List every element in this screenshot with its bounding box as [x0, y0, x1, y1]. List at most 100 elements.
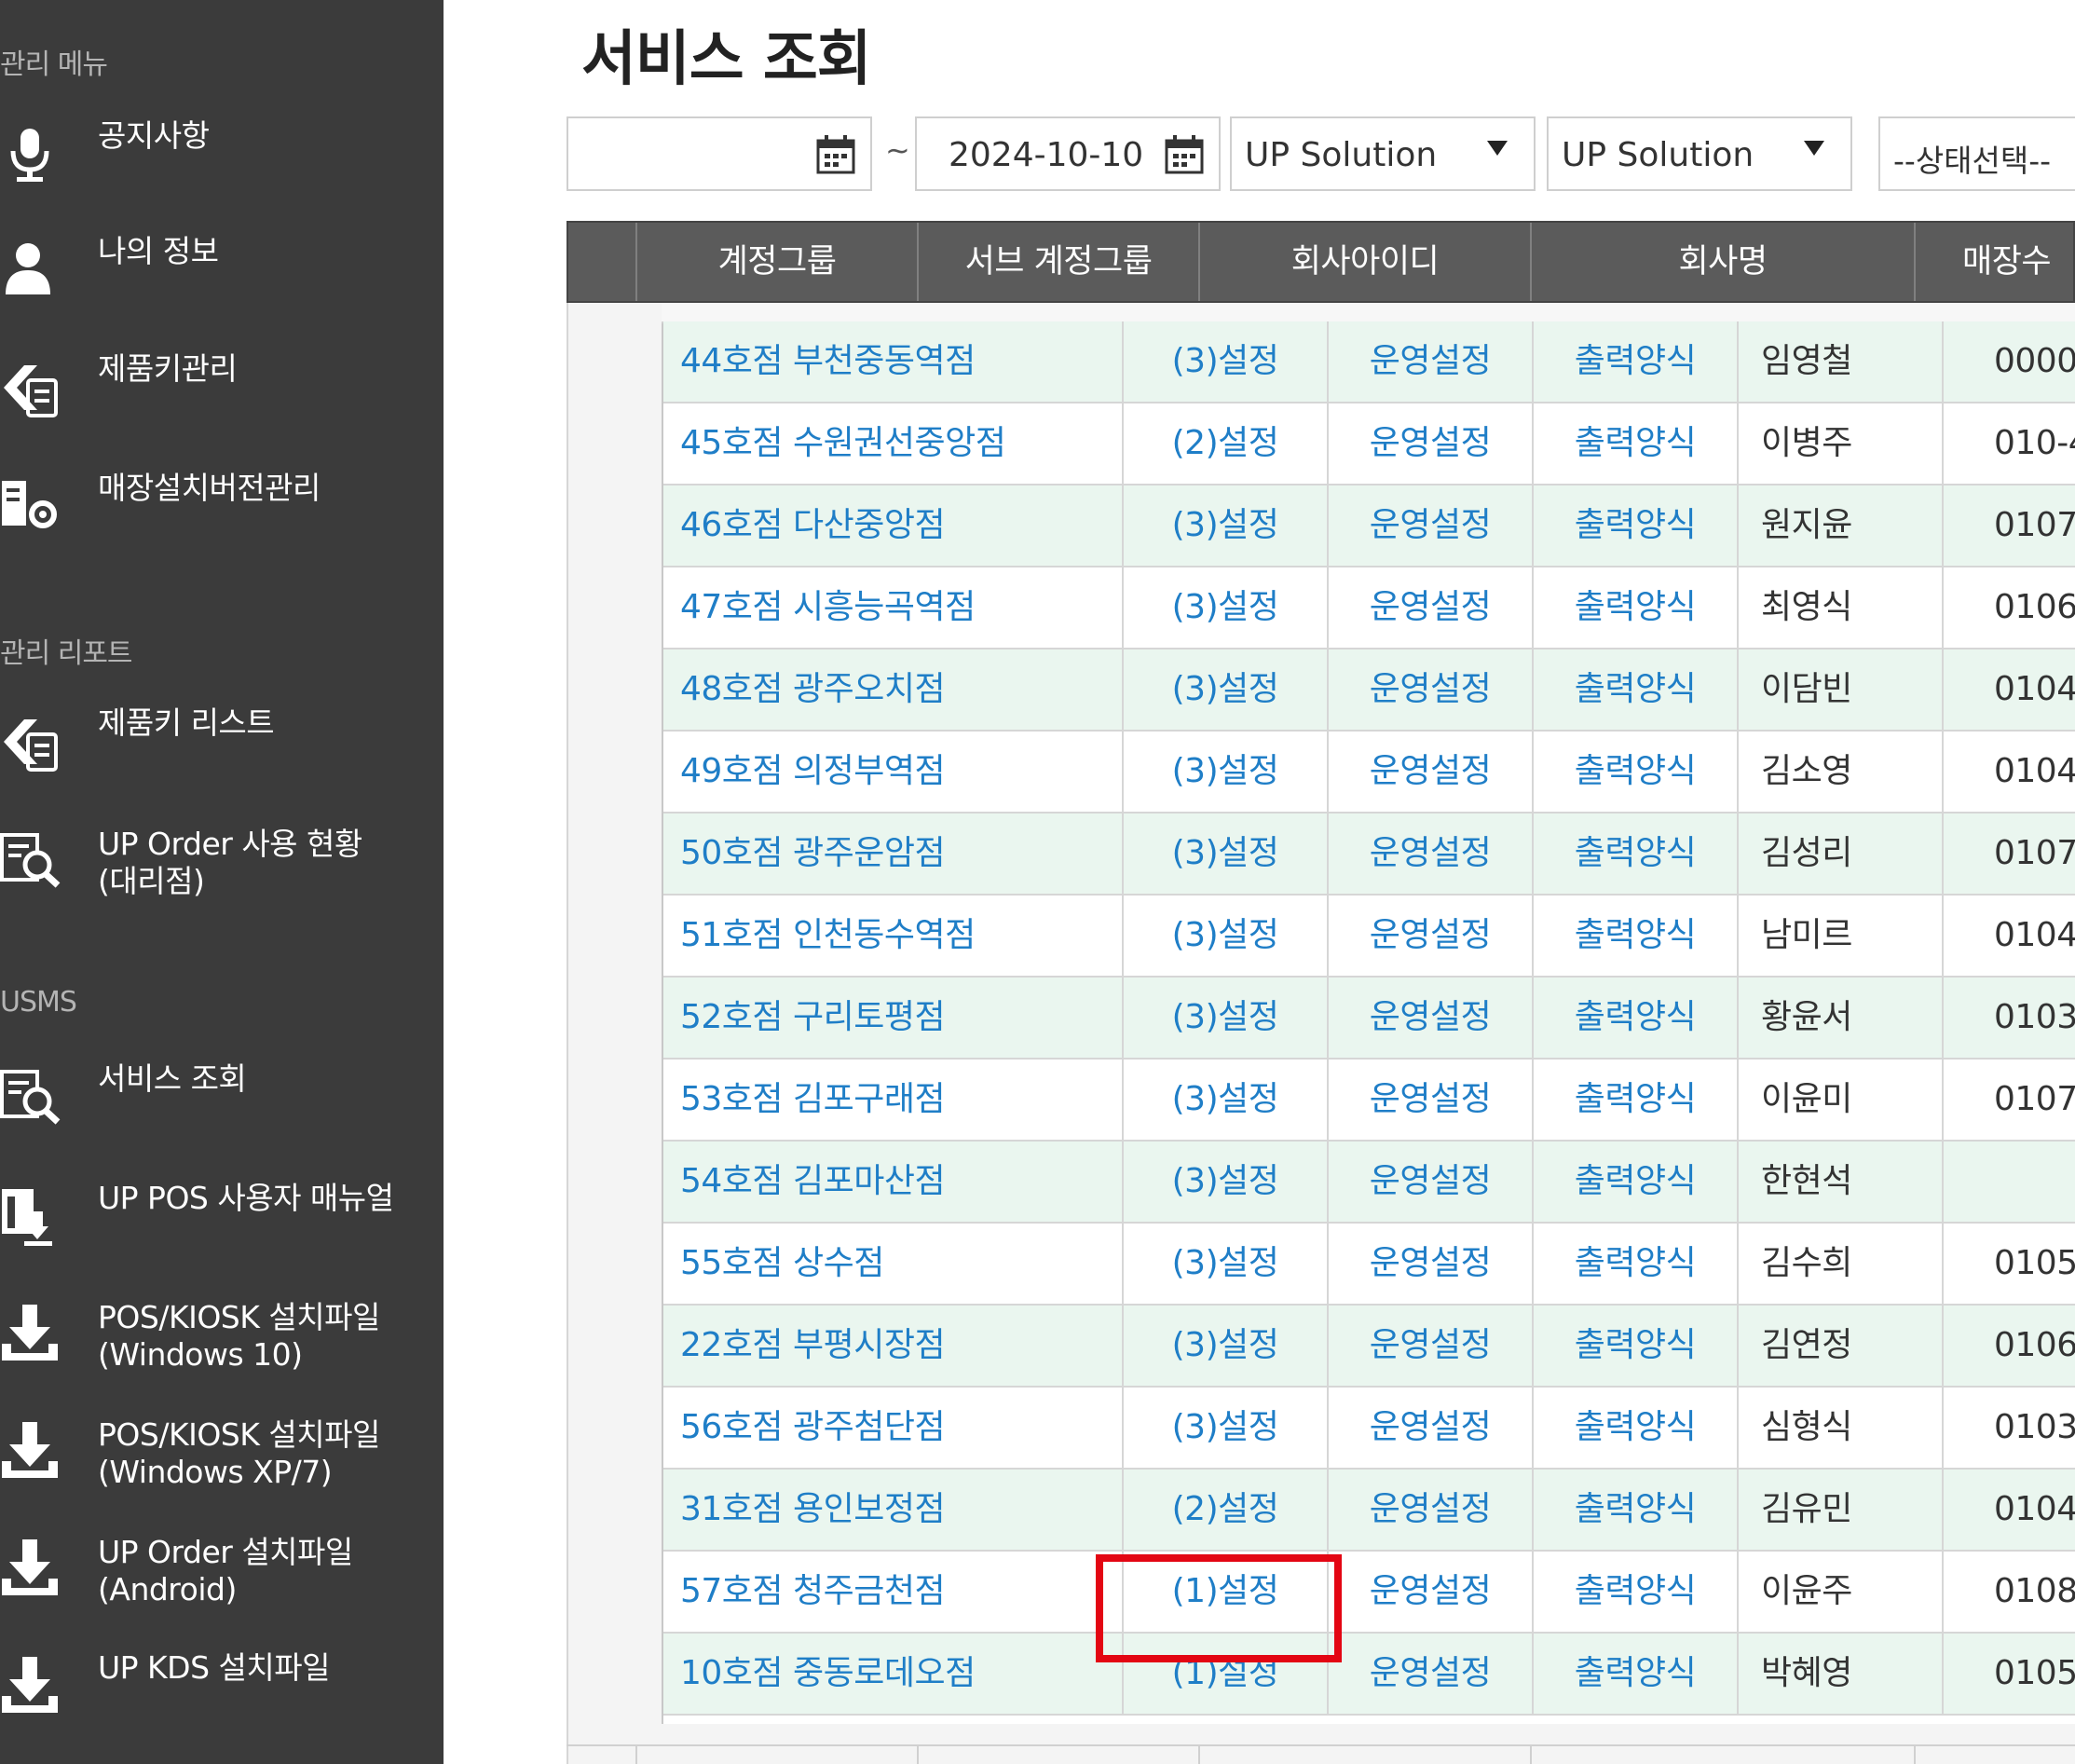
store-name-link[interactable]: 46호점 다산중앙점 — [663, 485, 1122, 566]
setting-link[interactable]: (1)설정 — [1122, 1634, 1327, 1714]
operation-setting-link[interactable]: 운영설정 — [1327, 403, 1532, 484]
operation-setting-link[interactable]: 운영설정 — [1327, 1224, 1532, 1304]
sidebar-item-notice[interactable]: 공지사항 — [0, 112, 444, 205]
table-row: 45호점 수원권선중앙점(2)설정운영설정출력양식이병주010-45 — [663, 403, 2075, 485]
sub-group-select[interactable]: UP Solution — [1547, 116, 1852, 191]
setting-link[interactable]: (3)설정 — [1122, 1142, 1327, 1222]
setting-link[interactable]: (3)설정 — [1122, 567, 1327, 648]
setting-link[interactable]: (1)설정 — [1122, 1552, 1327, 1632]
setting-link[interactable]: (3)설정 — [1122, 1306, 1327, 1386]
calendar-icon[interactable] — [814, 133, 857, 176]
store-name-link[interactable]: 57호점 청주금천점 — [663, 1552, 1122, 1632]
store-name-link[interactable]: 49호점 의정부역점 — [663, 732, 1122, 812]
operation-setting-link[interactable]: 운영설정 — [1327, 1634, 1532, 1714]
operation-setting-link[interactable]: 운영설정 — [1327, 814, 1532, 894]
setting-link[interactable]: (2)설정 — [1122, 1470, 1327, 1550]
subtable-top-strip — [662, 303, 2075, 323]
calendar-icon[interactable] — [1163, 133, 1206, 176]
operation-setting-link[interactable]: 운영설정 — [1327, 1142, 1532, 1222]
store-name-link[interactable]: 51호점 인천동수역점 — [663, 896, 1122, 976]
operation-setting-link[interactable]: 운영설정 — [1327, 732, 1532, 812]
print-format-link[interactable]: 출력양식 — [1532, 1306, 1737, 1386]
setting-link[interactable]: (3)설정 — [1122, 1388, 1327, 1468]
setting-link[interactable]: (2)설정 — [1122, 403, 1327, 484]
setting-link[interactable]: (3)설정 — [1122, 978, 1327, 1058]
sidebar-item-product-key-list[interactable]: 제품키 리스트 — [0, 701, 444, 794]
store-name-link[interactable]: 54호점 김포마산점 — [663, 1142, 1122, 1222]
operation-setting-link[interactable]: 운영설정 — [1327, 978, 1532, 1058]
store-name-link[interactable]: 31호점 용인보정점 — [663, 1470, 1122, 1550]
group-select[interactable]: UP Solution — [1230, 116, 1536, 191]
dropdown-arrow-icon — [1804, 141, 1824, 156]
column-header-account-group[interactable]: 계정그룹 — [635, 223, 917, 301]
print-format-link[interactable]: 출력양식 — [1532, 567, 1737, 648]
sidebar-item-up-order-usage[interactable]: UP Order 사용 현황 (대리점) — [0, 820, 444, 913]
operation-setting-link[interactable]: 운영설정 — [1327, 1552, 1532, 1632]
download-icon — [0, 1536, 65, 1601]
sidebar-item-up-kds[interactable]: UP KDS 설치파일 — [0, 1646, 444, 1739]
setting-link[interactable]: (3)설정 — [1122, 321, 1327, 402]
operation-setting-link[interactable]: 운영설정 — [1327, 1060, 1532, 1140]
print-format-link[interactable]: 출력양식 — [1532, 1552, 1737, 1632]
store-name-link[interactable]: 47호점 시흥능곡역점 — [663, 567, 1122, 648]
sidebar-item-pos-kiosk-win10[interactable]: POS/KIOSK 설치파일 (Windows 10) — [0, 1293, 444, 1387]
print-format-link[interactable]: 출력양식 — [1532, 1634, 1737, 1714]
date-from-input[interactable] — [567, 116, 872, 191]
operation-setting-link[interactable]: 운영설정 — [1327, 1470, 1532, 1550]
column-header-company-name[interactable]: 회사명 — [1530, 223, 1914, 301]
print-format-link[interactable]: 출력양식 — [1532, 650, 1737, 730]
setting-link[interactable]: (3)설정 — [1122, 732, 1327, 812]
sidebar-item-up-order-android[interactable]: UP Order 설치파일 (Android) — [0, 1528, 444, 1621]
phone-number: 01042 — [1942, 1470, 2075, 1550]
sidebar-item-product-key[interactable]: 제품키관리 — [0, 347, 444, 440]
store-name-link[interactable]: 22호점 부평시장점 — [663, 1306, 1122, 1386]
column-header-store-count[interactable]: 매장수 — [1914, 223, 2075, 301]
operation-setting-link[interactable]: 운영설정 — [1327, 485, 1532, 566]
print-format-link[interactable]: 출력양식 — [1532, 732, 1737, 812]
sidebar-item-my-info[interactable]: 나의 정보 — [0, 229, 444, 322]
operation-setting-link[interactable]: 운영설정 — [1327, 650, 1532, 730]
store-name-link[interactable]: 50호점 광주운암점 — [663, 814, 1122, 894]
sidebar-item-label: UP KDS 설치파일 — [98, 1649, 330, 1686]
store-name-link[interactable]: 48호점 광주오치점 — [663, 650, 1122, 730]
column-header-company-id[interactable]: 회사아이디 — [1198, 223, 1530, 301]
print-format-link[interactable]: 출력양식 — [1532, 1470, 1737, 1550]
store-name-link[interactable]: 45호점 수원권선중앙점 — [663, 403, 1122, 484]
sidebar-item-pos-kiosk-winxp[interactable]: POS/KIOSK 설치파일 (Windows XP/7) — [0, 1411, 444, 1504]
sidebar-item-label: 매장설치버전관리 — [98, 470, 321, 506]
print-format-link[interactable]: 출력양식 — [1532, 978, 1737, 1058]
sidebar-item-install-version[interactable]: 매장설치버전관리 — [0, 464, 444, 557]
setting-link[interactable]: (3)설정 — [1122, 814, 1327, 894]
print-format-link[interactable]: 출력양식 — [1532, 485, 1737, 566]
print-format-link[interactable]: 출력양식 — [1532, 1060, 1737, 1140]
operation-setting-link[interactable]: 운영설정 — [1327, 1388, 1532, 1468]
operation-setting-link[interactable]: 운영설정 — [1327, 321, 1532, 402]
operation-setting-link[interactable]: 운영설정 — [1327, 1306, 1532, 1386]
store-name-link[interactable]: 44호점 부천중동역점 — [663, 321, 1122, 402]
date-to-input[interactable]: 2024-10-10 — [915, 116, 1221, 191]
sidebar-item-service-search[interactable]: 서비스 조회 — [0, 1057, 444, 1150]
print-format-link[interactable]: 출력양식 — [1532, 1388, 1737, 1468]
print-format-link[interactable]: 출력양식 — [1532, 403, 1737, 484]
column-header-sub-account-group[interactable]: 서브 계정그룹 — [917, 223, 1198, 301]
print-format-link[interactable]: 출력양식 — [1532, 814, 1737, 894]
store-name-link[interactable]: 56호점 광주첨단점 — [663, 1388, 1122, 1468]
status-select[interactable]: --상태선택-- — [1878, 116, 2075, 191]
store-name-link[interactable]: 55호점 상수점 — [663, 1224, 1122, 1304]
print-format-link[interactable]: 출력양식 — [1532, 896, 1737, 976]
setting-link[interactable]: (3)설정 — [1122, 650, 1327, 730]
operation-setting-link[interactable]: 운영설정 — [1327, 896, 1532, 976]
setting-link[interactable]: (3)설정 — [1122, 1060, 1327, 1140]
store-name-link[interactable]: 53호점 김포구래점 — [663, 1060, 1122, 1140]
print-format-link[interactable]: 출력양식 — [1532, 1224, 1737, 1304]
setting-link[interactable]: (3)설정 — [1122, 896, 1327, 976]
print-format-link[interactable]: 출력양식 — [1532, 321, 1737, 402]
grid-divider — [1914, 1746, 1916, 1764]
store-name-link[interactable]: 10호점 중동로데오점 — [663, 1634, 1122, 1714]
store-name-link[interactable]: 52호점 구리토평점 — [663, 978, 1122, 1058]
print-format-link[interactable]: 출력양식 — [1532, 1142, 1737, 1222]
setting-link[interactable]: (3)설정 — [1122, 1224, 1327, 1304]
setting-link[interactable]: (3)설정 — [1122, 485, 1327, 566]
sidebar-item-pos-manual[interactable]: UP POS 사용자 매뉴얼 — [0, 1176, 444, 1269]
operation-setting-link[interactable]: 운영설정 — [1327, 567, 1532, 648]
